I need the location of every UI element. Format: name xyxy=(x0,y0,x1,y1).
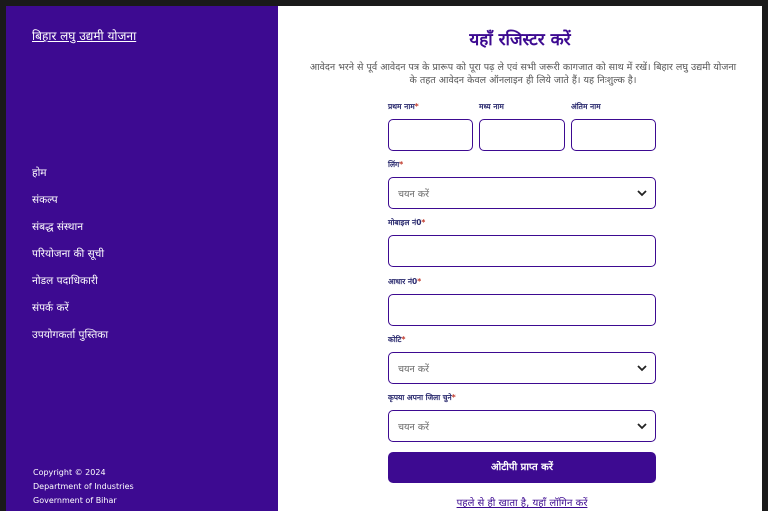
footer-government: Government of Bihar xyxy=(33,496,117,505)
aadhar-label-text: आधार नं0 xyxy=(388,277,418,286)
district-select-value: चयन करें xyxy=(398,422,430,433)
registration-panel: यहाँ रजिस्टर करें आवेदन भरने से पूर्व आव… xyxy=(278,6,762,511)
login-link[interactable]: पहले से ही खाता है, यहाँ लॉगिन करें xyxy=(278,495,762,509)
sidebar-footer: Copyright © 2024 Department of Industrie… xyxy=(33,466,134,508)
nav-item-institutions[interactable]: संबद्ध संस्थान xyxy=(32,220,108,247)
gender-label-text: लिंग xyxy=(388,160,400,169)
nav-item-user-manual[interactable]: उपयोगकर्ता पुस्तिका xyxy=(32,328,108,355)
sidebar-nav: होम संकल्प संबद्ध संस्थान परियोजना की सू… xyxy=(32,166,108,355)
brand-link[interactable]: बिहार लघु उद्यमी योजना xyxy=(32,27,136,44)
sidebar: बिहार लघु उद्यमी योजना होम संकल्प संबद्ध… xyxy=(6,6,278,511)
get-otp-button[interactable]: ओटीपी प्राप्त करें xyxy=(388,452,656,483)
first-name-label-text: प्रथम नाम xyxy=(388,102,415,111)
category-label-text: कोटि xyxy=(388,335,402,344)
middle-name-label-text: मध्य नाम xyxy=(479,102,504,111)
nav-item-home[interactable]: होम xyxy=(32,166,108,193)
required-marker: * xyxy=(451,393,456,402)
mobile-label: मोबाइल नं0* xyxy=(388,218,425,228)
mobile-input[interactable] xyxy=(388,235,656,267)
chevron-down-icon xyxy=(637,190,647,197)
first-name-input[interactable] xyxy=(388,119,473,151)
required-marker: * xyxy=(417,277,422,286)
aadhar-label: आधार नं0* xyxy=(388,277,421,287)
district-label: कृपया अपना जिला चुने* xyxy=(388,393,456,403)
gender-label: लिंग* xyxy=(388,160,403,170)
nav-item-sankalp[interactable]: संकल्प xyxy=(32,193,108,220)
nav-item-nodal-officers[interactable]: नोडल पदाधिकारी xyxy=(32,274,108,301)
required-marker: * xyxy=(399,160,404,169)
category-select[interactable]: चयन करें xyxy=(388,352,656,384)
last-name-input[interactable] xyxy=(571,119,656,151)
middle-name-label: मध्य नाम xyxy=(479,102,504,112)
footer-copyright: Copyright © 2024 xyxy=(33,468,106,477)
gender-select-value: चयन करें xyxy=(398,189,430,200)
mobile-label-text: मोबाइल नं0 xyxy=(388,218,422,227)
district-label-text: कृपया अपना जिला चुने xyxy=(388,393,452,402)
nav-item-projects[interactable]: परियोजना की सूची xyxy=(32,247,108,274)
required-marker: * xyxy=(414,102,419,111)
category-select-value: चयन करें xyxy=(398,364,430,375)
last-name-label-text: अंतिम नाम xyxy=(571,102,601,111)
last-name-label: अंतिम नाम xyxy=(571,102,601,112)
required-marker: * xyxy=(421,218,426,227)
first-name-label: प्रथम नाम* xyxy=(388,102,419,112)
page-frame: बिहार लघु उद्यमी योजना होम संकल्प संबद्ध… xyxy=(6,6,762,511)
district-select[interactable]: चयन करें xyxy=(388,410,656,442)
gender-select[interactable]: चयन करें xyxy=(388,177,656,209)
nav-item-contact[interactable]: संपर्क करें xyxy=(32,301,108,328)
page-title: यहाँ रजिस्टर करें xyxy=(469,30,571,50)
middle-name-input[interactable] xyxy=(479,119,565,151)
chevron-down-icon xyxy=(637,365,647,372)
footer-department: Department of Industries xyxy=(33,482,134,491)
chevron-down-icon xyxy=(637,423,647,430)
aadhar-input[interactable] xyxy=(388,294,656,326)
intro-text: आवेदन भरने से पूर्व आवेदन पत्र के प्रारू… xyxy=(309,62,737,86)
required-marker: * xyxy=(401,335,406,344)
category-label: कोटि* xyxy=(388,335,405,345)
